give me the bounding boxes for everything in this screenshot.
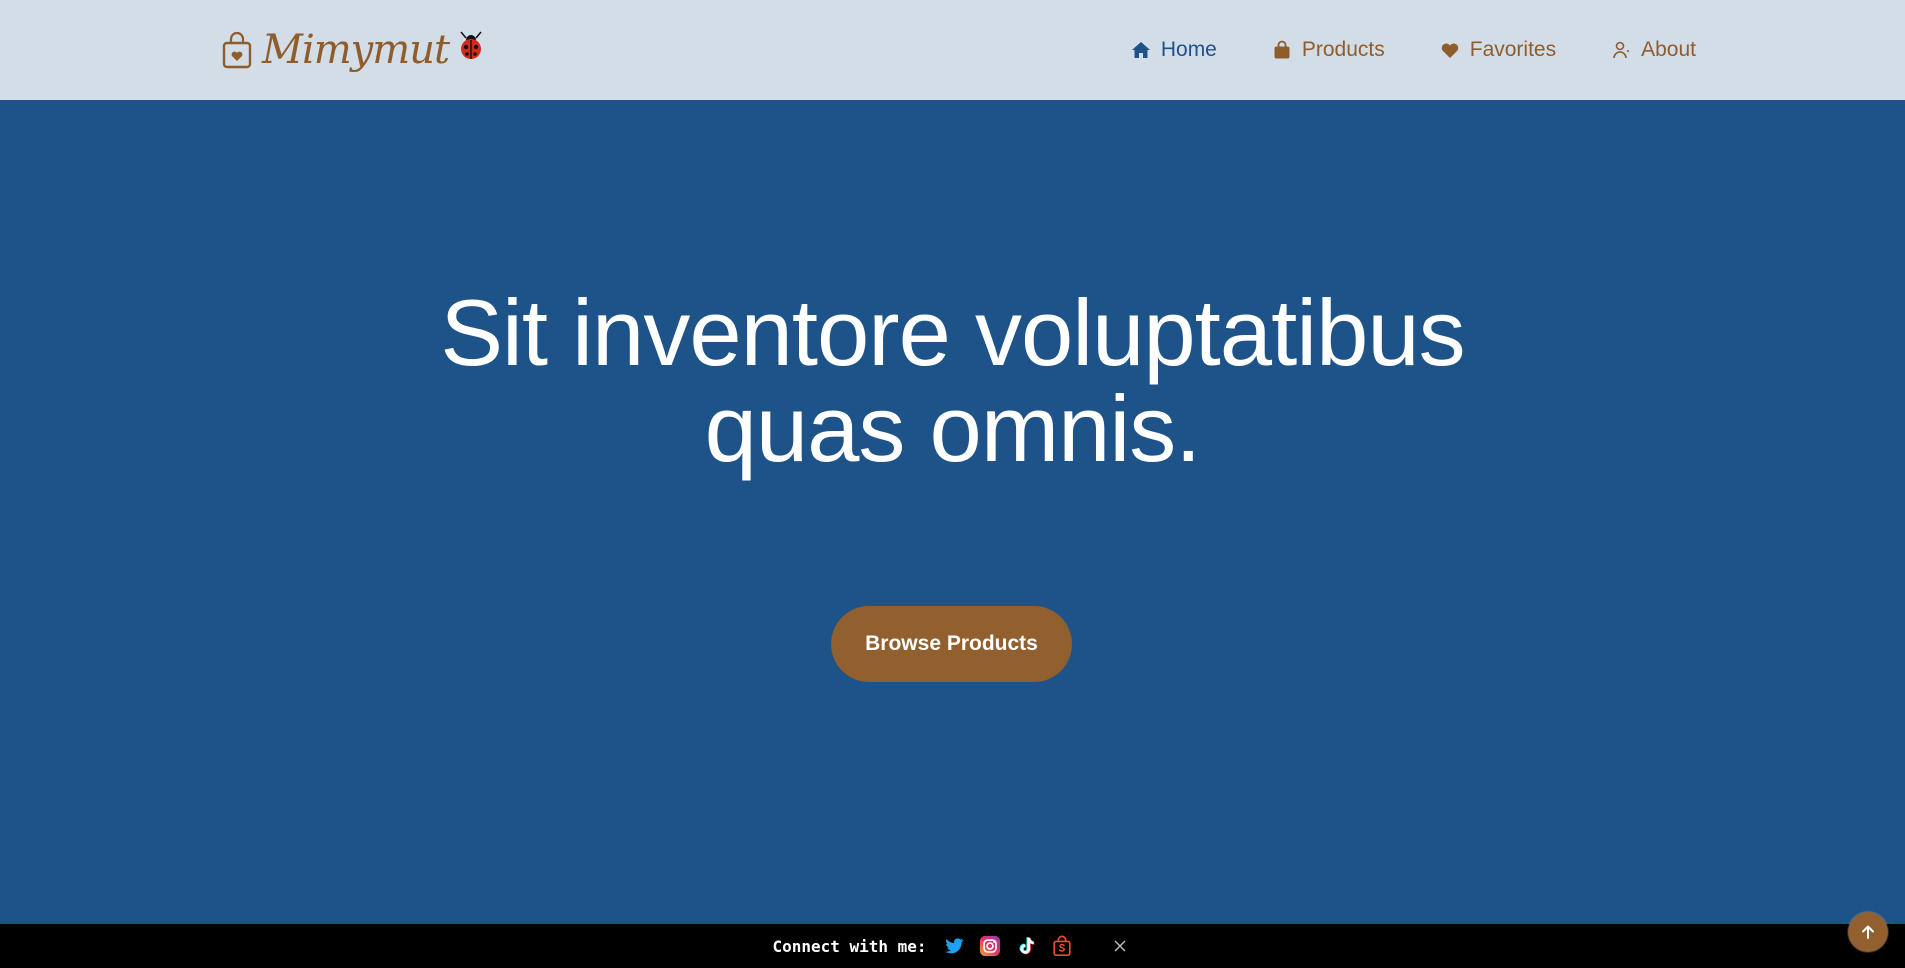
instagram-icon[interactable] [979,935,1001,957]
shop-icon[interactable] [1051,935,1073,957]
nav-about[interactable]: About [1611,38,1696,62]
back-to-top-button[interactable] [1848,912,1888,952]
shopping-bag-heart-icon [222,31,252,69]
ladybug-icon [460,31,482,59]
heart-icon [1441,43,1459,58]
hero-title-line-1: Sit inventore voluptatibus [440,280,1465,385]
shopping-bag-icon [1274,40,1290,59]
social-bar-content: Connect with me: [772,935,1130,957]
main-nav: Home Products Favorites About [1131,0,1696,100]
nav-home[interactable]: Home [1131,38,1217,62]
hero-title-line-2: quas omnis. [704,376,1202,481]
hero-title: Sit inventore voluptatibus quas omnis. [0,285,1905,477]
home-icon [1131,42,1150,58]
page-content: Mimymut Home Products Favorites About Si… [0,0,1905,968]
site-logo[interactable]: Mimymut [222,24,487,76]
connect-text: Connect with me: [772,936,927,956]
close-icon[interactable] [1109,935,1131,957]
social-bar: Connect with me: [0,924,1905,968]
browse-products-button[interactable]: Browse Products [831,606,1072,682]
tiktok-icon[interactable] [1015,935,1037,957]
nav-products[interactable]: Products [1272,38,1385,62]
arrow-up-icon [1862,925,1874,939]
hero-section: Sit inventore voluptatibus quas omnis. B… [0,100,1905,925]
nav-about-label: About [1641,38,1696,61]
nav-products-label: Products [1301,38,1385,61]
twitter-icon[interactable] [943,935,965,957]
page: Mimymut Home Products Favorites About Si… [0,0,1905,968]
nav-home-label: Home [1160,38,1217,61]
site-header: Mimymut Home Products Favorites About [0,0,1905,100]
nav-favorites[interactable]: Favorites [1440,38,1556,62]
user-icon [1613,41,1630,59]
logo-text: Mimymut [262,27,450,73]
nav-favorites-label: Favorites [1469,38,1557,61]
